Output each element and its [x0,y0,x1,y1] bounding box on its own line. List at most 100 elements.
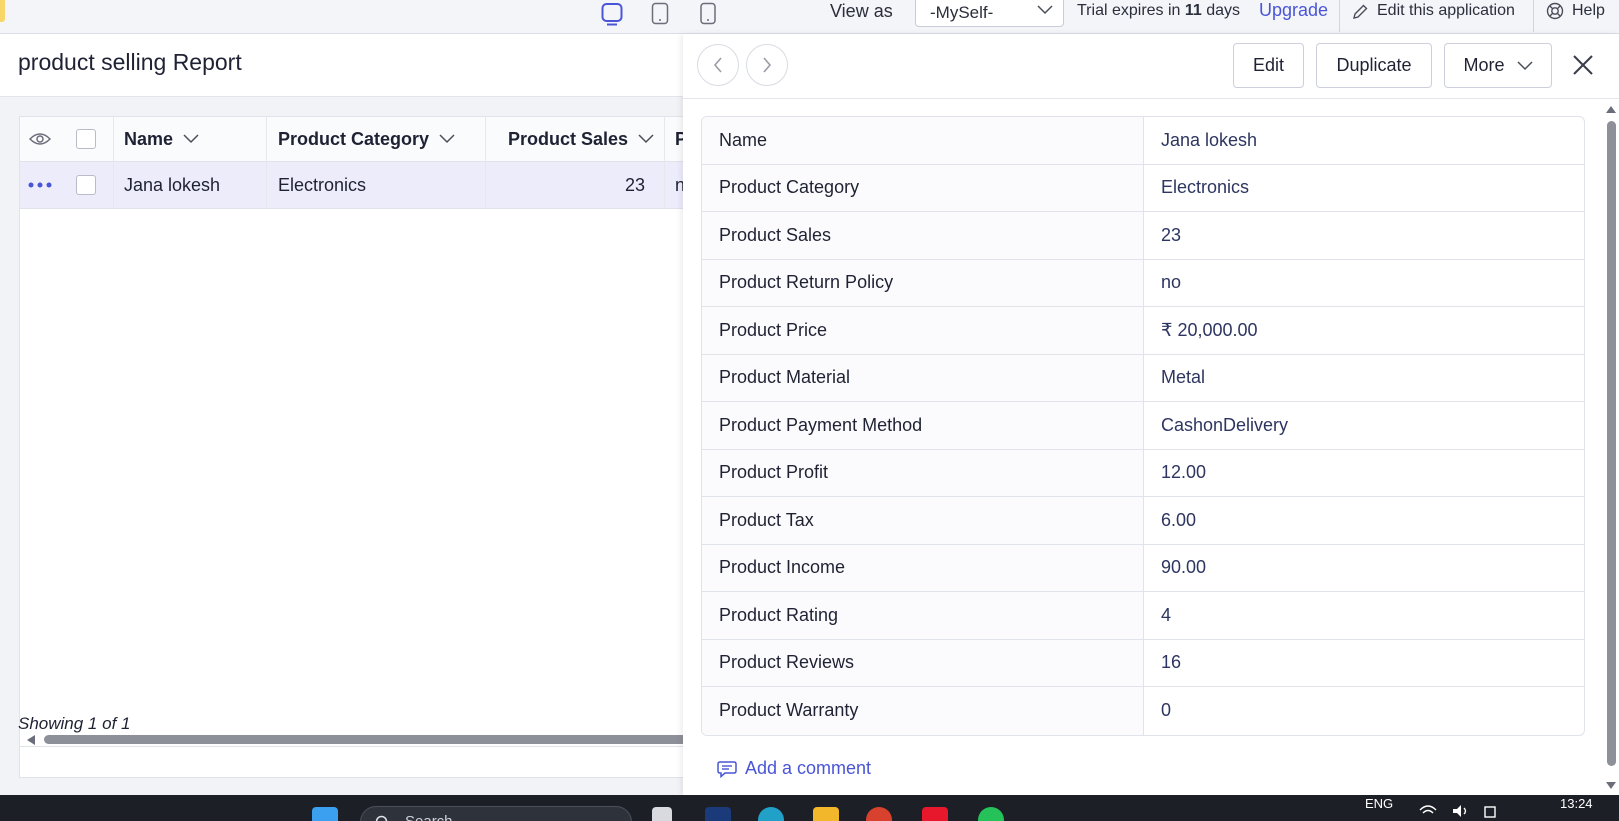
grid-header: Name Product Category Product Sales Pro [20,117,705,162]
page-title: product selling Report [18,49,242,75]
select-all-checkbox[interactable] [76,129,96,149]
column-header-category[interactable]: Product Category [267,117,486,161]
more-dots-icon [28,182,51,188]
field-row: Product Payment Method CashonDelivery [702,402,1584,450]
view-as-label: View as [830,1,893,21]
next-record-button[interactable] [746,44,788,86]
help-label: Help [1572,2,1605,19]
taskbar-search[interactable]: Search [360,806,632,821]
field-label: Product Warranty [702,687,1144,735]
field-row: Product Material Metal [702,354,1584,402]
field-label: Product Return Policy [702,259,1144,306]
previous-record-button[interactable] [697,44,739,86]
chevron-down-icon [1037,5,1053,15]
row-checkbox[interactable] [76,175,96,195]
row-select-cell [59,162,114,208]
field-label: Product Tax [702,497,1144,544]
pencil-icon [1353,4,1368,19]
chevron-left-icon [713,57,722,73]
close-icon[interactable] [1572,54,1594,76]
comment-icon [717,760,737,778]
field-row: Product Tax 6.00 [702,497,1584,545]
clock-time[interactable]: 13:24 [1560,796,1593,811]
field-value: 16 [1161,652,1182,673]
trial-notice: Trial expires in 11 days [1077,2,1241,19]
speaker-icon[interactable] [1452,804,1470,818]
table-row[interactable]: Jana lokesh Electronics 23 no [20,162,701,209]
report-view: product selling Report Name Product Cate… [0,34,705,795]
field-value: 23 [1161,224,1182,245]
chevron-down-icon [1516,60,1533,70]
scrollbar-thumb[interactable] [44,735,701,744]
file-icon[interactable] [652,807,672,821]
chevron-down-icon [183,134,199,144]
chrome-browser-icon[interactable] [866,807,892,821]
cell-category: Electronics [267,162,486,208]
field-value: 12.00 [1161,462,1207,483]
field-value: ₹ 20,000.00 [1161,319,1258,340]
field-value: 90.00 [1161,557,1207,578]
column-visibility-button[interactable] [20,117,59,161]
field-label: Product Sales [702,212,1144,259]
edit-application-button[interactable]: Edit this application [1352,0,1515,22]
field-row: Product Return Policy no [702,259,1584,307]
scroll-down-icon[interactable] [1605,781,1617,790]
edit-button[interactable]: Edit [1233,43,1304,88]
grid-footer [20,746,701,779]
mobile-icon[interactable] [697,2,719,26]
divider [1533,0,1534,32]
whatsapp-icon[interactable] [978,807,1004,821]
scroll-up-icon[interactable] [1605,105,1617,114]
field-row: Product Sales 23 [702,212,1584,260]
field-value: 4 [1161,604,1172,625]
field-label: Name [702,117,1144,164]
scrollbar-thumb[interactable] [1607,121,1616,766]
row-actions-button[interactable] [20,162,59,208]
chevron-down-icon [439,134,455,144]
app-icon[interactable] [705,807,731,821]
eye-icon [28,133,51,145]
folder-icon[interactable] [813,807,839,821]
field-row: Product Warranty 0 [702,687,1584,735]
edge-browser-icon[interactable] [758,807,784,821]
field-label: Product Category [702,164,1144,211]
desktop-icon[interactable] [601,2,623,26]
vertical-scrollbar[interactable] [1603,99,1619,795]
field-value: Electronics [1161,177,1250,198]
youtube-icon[interactable] [922,807,948,821]
trial-days: 11 [1184,2,1202,19]
wifi-icon[interactable] [1419,804,1437,818]
cell-name: Jana lokesh [114,162,267,208]
field-row: Product Reviews 16 [702,639,1584,687]
chevron-down-icon [638,134,654,144]
record-count: Showing 1 of 1 [18,714,131,733]
more-button[interactable]: More [1444,43,1552,88]
battery-icon[interactable] [1483,804,1497,818]
upgrade-link[interactable]: Upgrade [1259,0,1328,21]
report-grid: Name Product Category Product Sales Pro [19,116,705,779]
tablet-icon[interactable] [649,2,671,26]
field-value: Jana lokesh [1161,129,1258,150]
record-detail-panel: Edit Duplicate More Name Jana lokesh Produ… [683,34,1619,795]
duplicate-button[interactable]: Duplicate [1316,43,1432,88]
field-row: Product Rating 4 [702,592,1584,640]
field-label: Product Rating [702,592,1144,639]
cell-sales: 23 [486,162,665,208]
field-row: Product Price ₹ 20,000.00 [702,307,1584,355]
select-all-cell [59,117,114,161]
column-header-sales[interactable]: Product Sales [486,117,665,161]
edit-application-label: Edit this application [1377,2,1515,19]
language-indicator[interactable]: ENG [1365,796,1393,811]
add-comment-link[interactable]: Add a comment [717,758,871,779]
field-row: Product Income 90.00 [702,544,1584,592]
view-as-select[interactable]: -MySelf- [915,0,1064,27]
field-label: Product Payment Method [702,402,1144,449]
view-as-value: -MySelf- [930,3,994,22]
column-header-name[interactable]: Name [114,117,267,161]
windows-start-icon[interactable] [312,807,338,821]
field-label: Product Reviews [702,639,1144,686]
horizontal-scrollbar[interactable] [20,732,701,746]
scroll-left-icon[interactable] [26,734,36,746]
field-label: Product Income [702,544,1144,591]
help-button[interactable]: Help [1546,0,1605,22]
